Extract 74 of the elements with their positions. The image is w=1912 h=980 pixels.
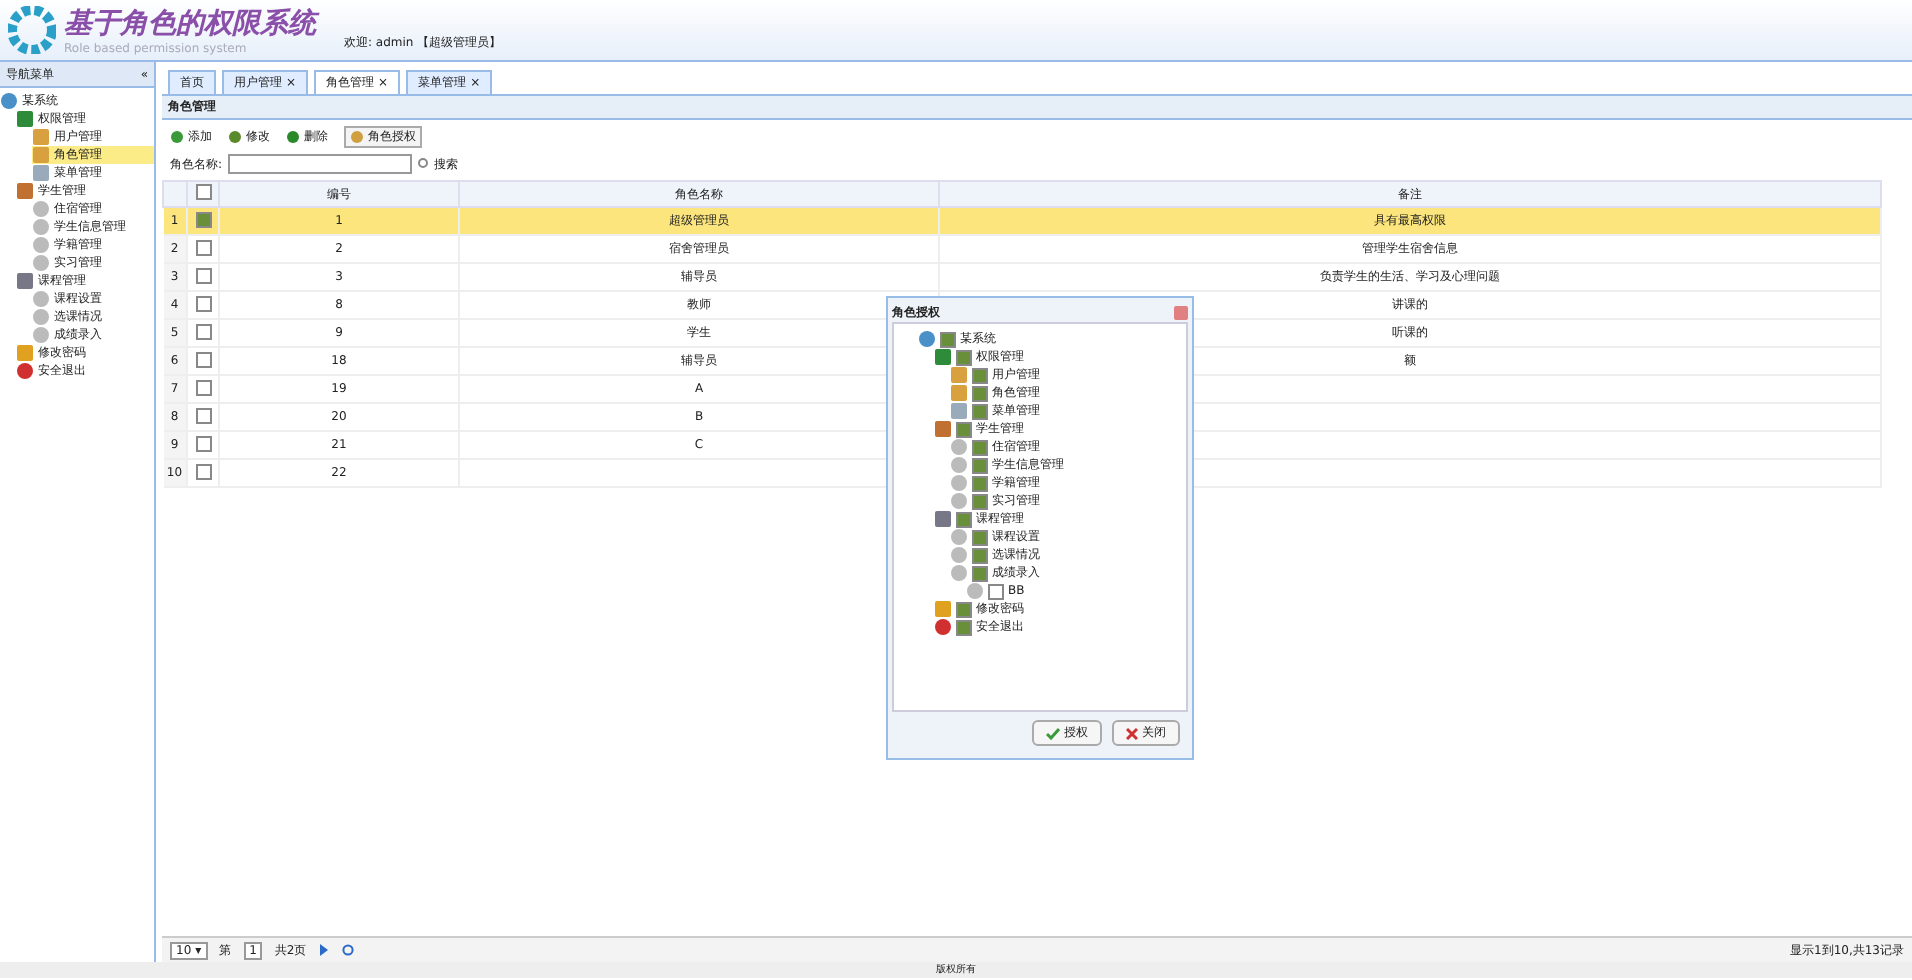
checkbox[interactable]	[195, 379, 211, 395]
node-icon	[934, 420, 952, 438]
checkbox[interactable]	[195, 239, 211, 255]
checkbox[interactable]	[195, 295, 211, 311]
node-icon	[32, 164, 50, 182]
node-icon	[950, 474, 968, 492]
node-icon	[934, 600, 952, 618]
node-icon	[950, 456, 968, 474]
gear-icon	[8, 6, 56, 54]
checkbox[interactable]	[195, 351, 211, 367]
node-icon	[32, 128, 50, 146]
app-title: 基于角色的权限系统	[64, 5, 316, 41]
checkbox[interactable]	[972, 385, 988, 401]
close-button[interactable]	[1174, 305, 1188, 319]
delete-icon	[286, 130, 300, 144]
checkbox[interactable]	[956, 421, 972, 437]
node-icon	[950, 492, 968, 510]
node-icon	[950, 402, 968, 420]
checkbox[interactable]	[195, 435, 211, 451]
checkbox[interactable]	[956, 349, 972, 365]
checkbox[interactable]	[940, 331, 956, 347]
checkbox[interactable]	[972, 367, 988, 383]
node-icon	[934, 510, 952, 528]
checkbox[interactable]	[195, 267, 211, 283]
node-icon	[32, 236, 50, 254]
node-icon	[32, 200, 50, 218]
next-icon[interactable]	[318, 944, 331, 956]
node-icon	[934, 348, 952, 366]
checkbox[interactable]	[972, 529, 988, 545]
checkbox[interactable]	[972, 457, 988, 473]
refresh-icon[interactable]	[342, 944, 355, 956]
checkbox[interactable]	[956, 619, 972, 635]
close-icon	[1126, 727, 1138, 739]
checkbox[interactable]	[972, 475, 988, 491]
node-icon	[16, 182, 34, 200]
checkbox[interactable]	[956, 511, 972, 527]
node-icon	[934, 618, 952, 636]
node-icon	[32, 290, 50, 308]
node-icon	[0, 92, 18, 110]
node-icon	[950, 438, 968, 456]
checkbox[interactable]	[972, 493, 988, 509]
checkbox[interactable]	[195, 463, 211, 479]
check-icon	[1046, 727, 1060, 739]
node-icon	[950, 384, 968, 402]
checkbox[interactable]	[195, 184, 211, 200]
checkbox[interactable]	[195, 407, 211, 423]
checkbox[interactable]	[988, 583, 1004, 599]
node-icon	[950, 528, 968, 546]
node-icon	[16, 344, 34, 362]
node-icon	[966, 582, 984, 600]
node-icon	[950, 564, 968, 582]
checkbox[interactable]	[956, 601, 972, 617]
node-icon	[950, 366, 968, 384]
edit-icon	[228, 130, 242, 144]
node-icon	[32, 326, 50, 344]
input-field[interactable]	[228, 154, 413, 174]
node-icon	[16, 272, 34, 290]
checkbox[interactable]	[195, 211, 211, 227]
node-icon	[950, 546, 968, 564]
add-icon	[170, 130, 184, 144]
checkbox[interactable]	[195, 323, 211, 339]
node-icon	[32, 254, 50, 272]
checkbox[interactable]	[972, 547, 988, 563]
grant-icon	[350, 130, 364, 144]
search-icon	[418, 158, 431, 170]
node-icon	[16, 362, 34, 380]
node-icon	[918, 330, 936, 348]
node-icon	[32, 218, 50, 236]
node-icon	[32, 308, 50, 326]
checkbox[interactable]	[972, 565, 988, 581]
node-icon	[32, 146, 50, 164]
checkbox[interactable]	[972, 439, 988, 455]
node-icon	[16, 110, 34, 128]
checkbox[interactable]	[972, 403, 988, 419]
